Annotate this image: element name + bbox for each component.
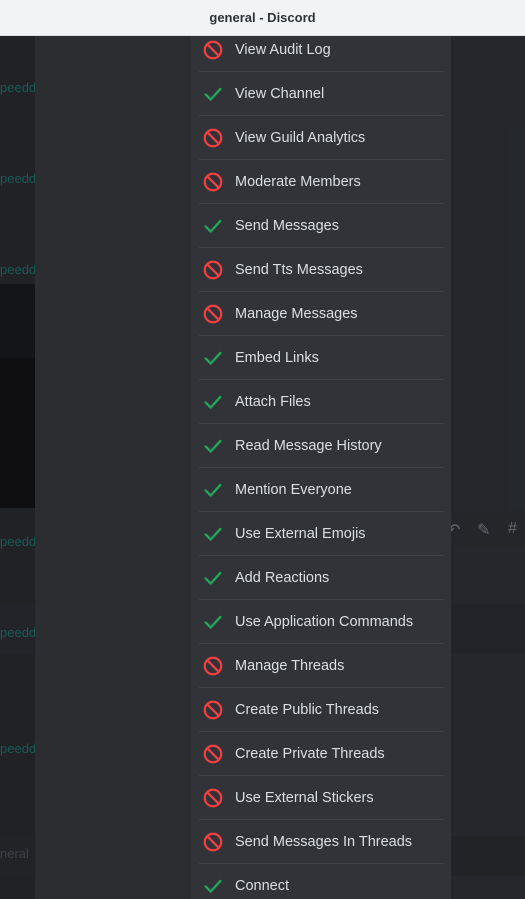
permission-row[interactable]: Moderate Members [199, 160, 444, 204]
check-icon [199, 435, 235, 457]
check-icon [199, 479, 235, 501]
permission-label: Read Message History [235, 437, 382, 454]
window-title: general - Discord [209, 10, 316, 25]
permission-label: Attach Files [235, 393, 311, 410]
permission-label: Use Application Commands [235, 613, 414, 630]
permission-label: Use External Emojis [235, 525, 366, 542]
permission-row[interactable]: Manage Messages [199, 292, 444, 336]
deny-icon [199, 787, 235, 809]
permission-label: Create Public Threads [235, 701, 380, 718]
permission-row[interactable]: Connect [199, 864, 444, 899]
check-icon [199, 215, 235, 237]
permission-row[interactable]: Send Messages [199, 204, 444, 248]
check-icon [199, 567, 235, 589]
deny-icon [199, 259, 235, 281]
permission-label: Use External Stickers [235, 789, 374, 806]
permission-row[interactable]: Add Reactions [199, 556, 444, 600]
permission-row[interactable]: Attach Files [199, 380, 444, 424]
modal-sidebar [35, 36, 191, 899]
permission-row[interactable]: View Channel [199, 72, 444, 116]
permission-row[interactable]: Create Public Threads [199, 688, 444, 732]
deny-icon [199, 743, 235, 765]
permissions-list: View Audit Log View Channel View Guild Ana… [199, 28, 444, 899]
permission-label: Embed Links [235, 349, 319, 366]
permission-row[interactable]: Use Application Commands [199, 600, 444, 644]
permission-label: Send Messages [235, 217, 339, 234]
deny-icon [199, 831, 235, 853]
permission-label: Moderate Members [235, 173, 361, 190]
permission-row[interactable]: View Guild Analytics [199, 116, 444, 160]
permission-row[interactable]: Create Private Threads [199, 732, 444, 776]
permission-label: View Audit Log [235, 41, 331, 58]
permission-row[interactable]: Send Messages In Threads [199, 820, 444, 864]
deny-icon [199, 39, 235, 61]
deny-icon [199, 303, 235, 325]
check-icon [199, 875, 235, 897]
permission-row[interactable]: Manage Threads [199, 644, 444, 688]
permission-label: View Guild Analytics [235, 129, 366, 146]
permission-label: Create Private Threads [235, 745, 385, 762]
permission-label: View Channel [235, 85, 325, 102]
permission-label: Connect [235, 877, 290, 894]
deny-icon [199, 699, 235, 721]
permission-label: Add Reactions [235, 569, 330, 586]
permission-label: Mention Everyone [235, 481, 352, 498]
permission-row[interactable]: Read Message History [199, 424, 444, 468]
permission-label: Send Messages In Threads [235, 833, 413, 850]
permission-row[interactable]: Use External Emojis [199, 512, 444, 556]
deny-icon [199, 127, 235, 149]
permission-label: Send Tts Messages [235, 261, 363, 278]
check-icon [199, 83, 235, 105]
check-icon [199, 391, 235, 413]
permission-row[interactable]: Use External Stickers [199, 776, 444, 820]
check-icon [199, 523, 235, 545]
check-icon [199, 347, 235, 369]
permission-label: Manage Threads [235, 657, 345, 674]
permission-row[interactable]: Send Tts Messages [199, 248, 444, 292]
permission-row[interactable]: Mention Everyone [199, 468, 444, 512]
permission-row[interactable]: View Audit Log [199, 28, 444, 72]
deny-icon [199, 171, 235, 193]
check-icon [199, 611, 235, 633]
permission-row[interactable]: Embed Links [199, 336, 444, 380]
permission-label: Manage Messages [235, 305, 358, 322]
deny-icon [199, 655, 235, 677]
